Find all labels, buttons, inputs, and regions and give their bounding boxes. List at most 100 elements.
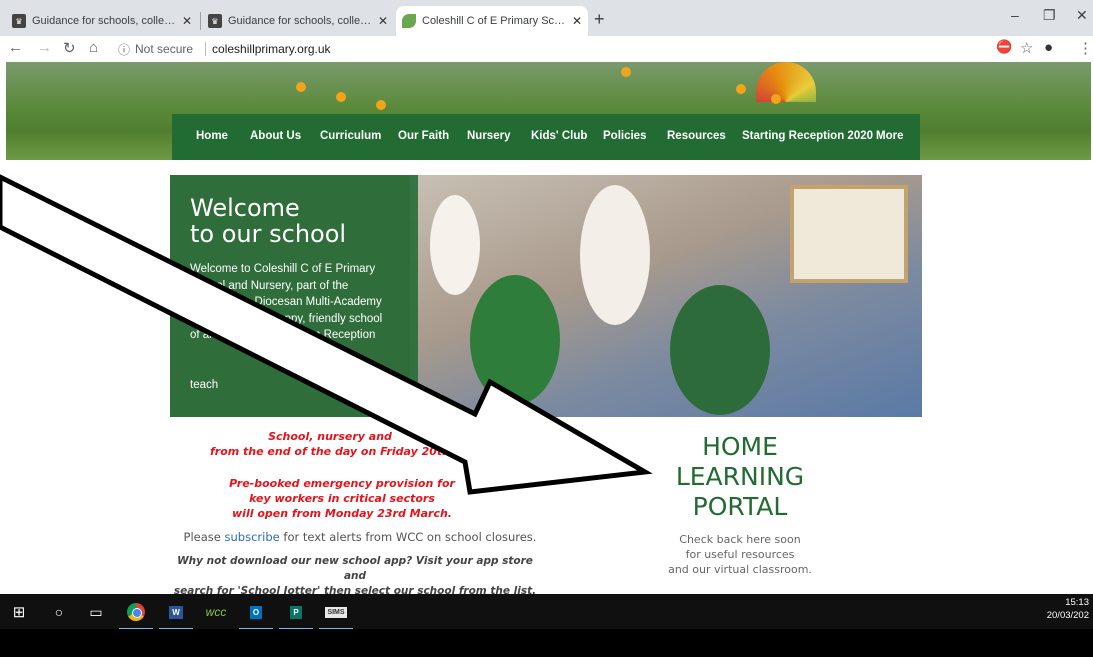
security-label: Not secure [135,42,194,56]
nav-about-us[interactable]: About Us [250,130,301,142]
close-icon[interactable]: ✕ [182,14,192,28]
home-learning-portal-title[interactable]: HOME LEARNING PORTAL [620,432,860,522]
child-figure [580,185,650,325]
gov-crest-icon: ♛ [208,14,222,28]
nav-home[interactable]: Home [196,130,228,142]
tab-title: Coleshill C of E Primary School - [422,15,566,27]
nav-more[interactable]: More [876,130,903,142]
easel-board [790,185,908,283]
back-arrow-icon[interactable]: ← [8,39,23,56]
tab-title: Guidance for schools, colleges ar [32,15,176,27]
welcome-text-line: along with a thriving [246,345,348,358]
nav-curriculum[interactable]: Curriculum [320,130,381,142]
publisher-icon[interactable]: P [279,601,313,630]
system-clock[interactable]: 15:13 20/03/202 [1047,596,1089,622]
closure-notice-line: School, nursery and [268,430,392,443]
welcome-text-line: age two to [320,362,374,374]
nav-policies[interactable]: Policies [603,130,646,142]
web-page: Home About Us Curriculum Our Faith Nurse… [0,62,1093,594]
sunflower-graphic [621,67,631,77]
sunflower-graphic [771,94,781,104]
windows-start-icon[interactable]: ⊞ [8,601,30,623]
address-divider [205,42,207,56]
sunflower-graphic [736,84,746,94]
menu-kebab-icon[interactable]: ⋮ [1078,39,1093,57]
emergency-provision-notice: Pre-booked emergency provision for key w… [212,476,472,521]
outlook-icon[interactable]: O [239,601,273,630]
sunflower-graphic [336,92,346,102]
app-notice-line: Why not download our new school app? Vis… [177,555,533,582]
tab-divider [200,12,201,30]
home-icon[interactable]: ⌂ [89,39,98,56]
word-icon[interactable]: W [159,601,193,630]
wcc-icon[interactable]: wcc [205,601,227,623]
address-bar[interactable]: ⓘ Not secure coleshillprimary.org.uk [118,39,331,59]
nav-our-faith[interactable]: Our Faith [398,130,449,142]
subscribe-prefix: Please [183,530,225,544]
welcome-heading-line: to our school [190,220,347,248]
minimize-icon[interactable]: – [1011,7,1019,23]
welcome-text-line: of around 405 pupils from Reception [190,329,376,341]
portal-desc-line: Check back here soon [679,533,801,546]
url-text: coleshillprimary.org.uk [212,42,331,56]
rainbow-graphic [756,62,816,102]
profile-avatar-icon[interactable]: ● [1044,39,1053,56]
cortana-search-icon[interactable]: ○ [48,601,70,623]
restore-icon[interactable]: ❐ [1043,7,1056,24]
welcome-text-line: teach [190,378,219,391]
welcome-text-line: Welcome to Coleshill C of E Primary [190,263,376,275]
gov-crest-icon: ♛ [12,14,26,28]
portal-description: Check back here soon for useful resource… [620,532,860,577]
sunflower-graphic [296,82,306,92]
subscribe-suffix: for text alerts from WCC on school closu… [279,530,537,544]
children-photo [410,175,922,417]
forward-arrow-icon[interactable]: → [37,39,52,56]
nav-kids-club[interactable]: Kids' Club [531,130,587,142]
welcome-panel: Welcome to our school Welcome to Coleshi… [170,175,418,417]
sunflower-graphic [376,100,386,110]
browser-toolbar: ← → ↻ ⌂ ⓘ Not secure coleshillprimary.or… [0,36,1093,62]
portal-desc-line: for useful resources [685,548,795,561]
school-app-notice: Why not download our new school app? Vis… [165,554,545,594]
hero-section: Welcome to our school Welcome to Coleshi… [170,175,922,417]
chrome-icon[interactable] [119,601,153,630]
welcome-heading-line: Welcome [190,194,300,222]
browser-tab-2[interactable]: ♛ Guidance for schools, colleges ar ✕ [202,6,394,36]
app-notice-line: search for 'School Jotter' then select o… [173,585,537,594]
child-figure [670,285,770,415]
windows-taskbar: ⊞ ○ ▭ W wcc O P SIMS 15:13 20/03/202 [0,594,1093,630]
welcome-text: Welcome to Coleshill C of E Primary Scho… [190,261,400,393]
close-icon[interactable]: ✕ [572,14,582,28]
portal-desc-line: and our virtual classroom. [668,563,812,576]
welcome-heading: Welcome to our school [190,195,346,247]
reload-icon[interactable]: ↻ [63,39,76,57]
closure-notice-line: from the end of the day on Friday 20th [209,445,451,458]
nav-nursery[interactable]: Nursery [467,130,510,142]
sims-icon[interactable]: SIMS [319,601,353,630]
extension-icon[interactable]: ⛔ [996,39,1012,55]
nav-starting-reception-2020[interactable]: Starting Reception 2020 [742,130,873,142]
info-icon[interactable]: ⓘ [118,41,130,58]
notice-line: will open from Monday 23rd March. [232,507,452,520]
main-navigation: Home About Us Curriculum Our Faith Nurse… [172,114,920,160]
subscribe-text: Please subscribe for text alerts from WC… [170,530,550,544]
tab-title: Guidance for schools, colleges ar [228,15,372,27]
welcome-text-line: Trust. We are a happy, friendly school [190,312,383,325]
nav-resources[interactable]: Resources [667,130,726,142]
notice-line: key workers in critical sectors [249,492,435,505]
clock-time: 15:13 [1065,597,1089,608]
subscribe-link[interactable]: subscribe [225,530,280,544]
portal-title-line: PORTAL [692,492,788,521]
bookmark-star-icon[interactable]: ☆ [1020,39,1033,57]
close-icon[interactable]: ✕ [378,14,388,28]
notice-line: Pre-booked emergency provision for [229,477,455,490]
browser-tab-strip: ♛ Guidance for schools, colleges ar ✕ ♛ … [0,0,1093,36]
task-view-icon[interactable]: ▭ [85,601,107,623]
welcome-text-line: School and Nursery, part of the [190,279,349,292]
leaf-icon [402,14,416,28]
browser-tab-3-active[interactable]: Coleshill C of E Primary School - ✕ [396,6,588,36]
new-tab-button[interactable]: + [594,9,605,30]
child-figure [470,275,560,405]
browser-tab-1[interactable]: ♛ Guidance for schools, colleges ar ✕ [6,6,198,36]
window-close-icon[interactable]: ✕ [1076,7,1088,24]
